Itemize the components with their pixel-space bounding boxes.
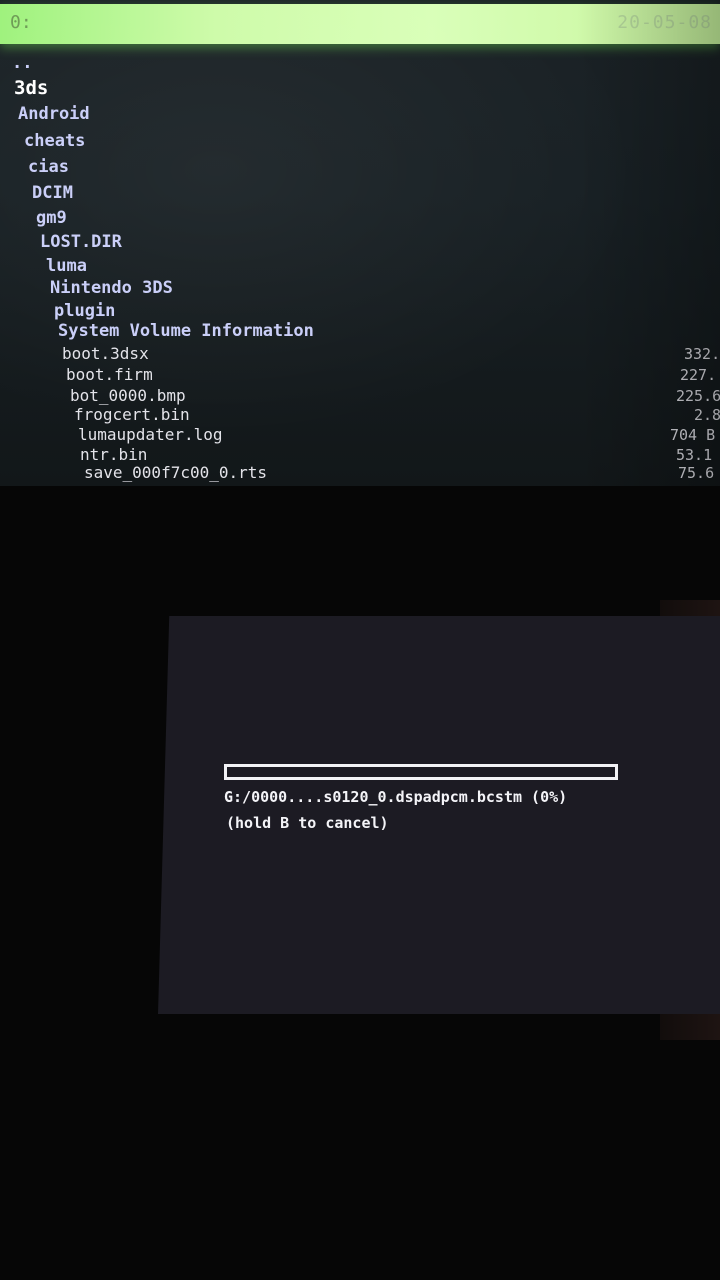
entry-name: DCIM (32, 183, 73, 203)
list-item[interactable]: gm9 (0, 207, 720, 229)
list-item[interactable]: boot.firm 227. (0, 364, 720, 386)
list-item[interactable]: cheats (0, 130, 720, 152)
entry-name: gm9 (36, 208, 67, 228)
entry-name: save_000f7c00_0.rts (84, 463, 268, 482)
entry-name: lumaupdater.log (78, 425, 223, 444)
entry-name: boot.firm (66, 365, 153, 384)
entry-name: Nintendo 3DS (50, 278, 173, 298)
list-item[interactable]: Nintendo 3DS (0, 277, 720, 299)
list-item[interactable]: boot.3dsx 332. (0, 343, 720, 365)
bottom-screen: G:/0000....s0120_0.dspadpcm.bcstm (0%) (… (158, 616, 720, 1014)
list-item[interactable]: frogcert.bin 2.8 (0, 404, 720, 426)
list-item[interactable]: save_000f7c00_0.rts 75.6 (0, 462, 720, 484)
entry-name: luma (46, 256, 87, 276)
list-item[interactable]: luma (0, 255, 720, 277)
entry-name: LOST.DIR (40, 232, 122, 252)
progress-file-text: G:/0000....s0120_0.dspadpcm.bcstm (0%) (224, 788, 568, 806)
entry-name: cias (28, 157, 69, 177)
entry-name: 3ds (14, 77, 49, 99)
entry-name: frogcert.bin (74, 405, 190, 424)
top-screen: 0: 20-05-08 .. 3ds Android cheats cias D… (0, 0, 720, 486)
entry-size: 227. (680, 366, 717, 384)
entry-name: System Volume Information (58, 321, 314, 341)
cancel-hint: (hold B to cancel) (226, 814, 389, 832)
list-item[interactable]: lumaupdater.log 704 B (0, 424, 720, 446)
entry-size: 2.8 (694, 406, 720, 424)
entry-name: .. (12, 53, 33, 73)
list-item[interactable]: .. (0, 52, 720, 74)
list-item[interactable]: DCIM (0, 182, 720, 204)
list-item[interactable]: LOST.DIR (0, 231, 720, 253)
entry-name: plugin (54, 301, 116, 321)
entry-size: 704 B (670, 426, 716, 444)
list-item[interactable]: System Volume Information (0, 320, 720, 342)
entry-size: 332. (684, 345, 720, 363)
entry-name: cheats (24, 131, 86, 151)
list-item[interactable]: cias (0, 156, 720, 178)
list-item[interactable]: plugin (0, 300, 720, 322)
entry-name: boot.3dsx (62, 344, 149, 363)
directory-list: .. 3ds Android cheats cias DCIM gm9 LOST… (0, 0, 720, 486)
list-item[interactable]: Android (0, 103, 720, 125)
entry-name: Android (18, 104, 90, 124)
entry-size: 75.6 (678, 464, 715, 482)
list-item-selected[interactable]: 3ds (0, 77, 720, 99)
progress-bar (224, 764, 618, 780)
